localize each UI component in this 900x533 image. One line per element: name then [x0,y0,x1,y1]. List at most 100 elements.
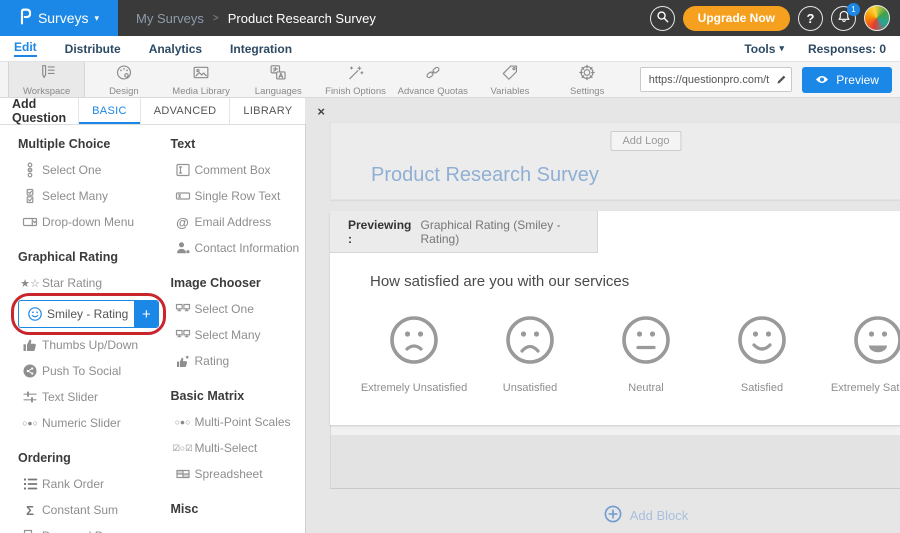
qtype-comment-box[interactable]: Comment Box [171,157,306,183]
smiley-big-smile-icon [852,314,900,371]
block-footer-dropzone [330,425,900,489]
surveys-product-menu[interactable]: Surveys ▾ [0,0,118,36]
workspace-icon [37,63,57,85]
qtype-contact-information[interactable]: Contact Information [171,235,306,261]
qtype-select-one[interactable]: Select One [18,157,153,183]
tools-menu[interactable]: Tools ▾ [744,42,784,56]
tag-icon [500,63,520,85]
qtype-dropdown-menu[interactable]: Drop-down Menu [18,209,153,235]
add-question-title: Add Question [0,98,78,124]
tab-analytics[interactable]: Analytics [135,36,216,62]
question-mark-icon: ? [807,11,815,26]
product-name: Surveys [38,10,89,26]
account-avatar[interactable] [864,5,890,31]
smiley-option-extremely-unsatisfied[interactable]: Extremely Unsatisfied [356,314,472,394]
radio-icon [18,162,42,178]
smiley-smile-icon [736,314,788,371]
qtype-smiley-rating[interactable]: Smiley - Rating + [18,296,153,332]
toolbar-settings[interactable]: Settings [549,62,626,97]
single-row-icon [171,188,195,204]
dropdown-icon [18,214,42,230]
thumb-icon [18,337,42,353]
checkbox-icon [18,188,42,204]
toolbar-advance-quotas[interactable]: Advance Quotas [394,62,471,97]
question-text[interactable]: How satisfied are you with our services [370,273,900,290]
qtype-image-rating[interactable]: Rating [171,348,306,374]
header-actions: Upgrade Now ? 1 [650,5,900,31]
smiley-option-satisfied[interactable]: Satisfied [704,314,820,394]
toolbar-languages[interactable]: Languages [240,62,317,97]
qtype-single-row-text[interactable]: Single Row Text [171,183,306,209]
edit-url-pencil-icon[interactable] [771,74,791,85]
smiley-frown-icon [504,314,556,371]
image-icon [191,63,211,85]
notifications-button[interactable]: 1 [831,6,856,31]
survey-canvas: Add Logo Product Research Survey Preview… [306,98,900,533]
previewing-label: Previewing : [348,218,417,246]
add-question-panel: Add Question BASIC ADVANCED LIBRARY × Mu… [0,98,306,533]
smiley-rating-selected-box[interactable]: Smiley - Rating + [18,300,159,328]
section-multiple-choice: Multiple Choice Select One Select Many [18,137,153,235]
qtype-multi-point-scales[interactable]: ○●○ Multi-Point Scales [171,409,306,435]
help-button[interactable]: ? [798,6,823,31]
notification-count-badge: 1 [847,3,860,16]
tab-integration[interactable]: Integration [216,36,306,62]
toolbar-finish-options[interactable]: Finish Options [317,62,394,97]
breadcrumb-my-surveys[interactable]: My Surveys [136,11,204,26]
tab-basic[interactable]: BASIC [78,98,140,124]
qtype-push-to-social[interactable]: Push To Social [18,358,153,384]
qtype-select-many[interactable]: Select Many [18,183,153,209]
chevron-down-icon: ▾ [95,13,100,24]
add-block-label: Add Block [630,508,689,523]
questionpro-logo-icon [19,8,32,28]
smiley-neutral-icon [620,314,672,371]
qtype-numeric-slider[interactable]: ○●○ Numeric Slider [18,410,153,436]
question-type-column-2: Text Comment Box Single Row Text [153,125,306,533]
tab-distribute[interactable]: Distribute [51,36,135,62]
palette-icon [114,63,134,85]
images-icon [171,301,195,317]
smiley-option-extremely-satisfied[interactable]: Extremely Satisfied [820,314,900,394]
add-logo-button[interactable]: Add Logo [610,131,681,151]
comment-box-icon [171,162,195,178]
toolbar-variables[interactable]: Variables [471,62,548,97]
qtype-star-rating[interactable]: ★☆ Star Rating [18,270,153,296]
survey-header-card: Add Logo Product Research Survey [330,122,900,200]
qtype-image-select-one[interactable]: Select One [171,296,306,322]
toolbar-design[interactable]: Design [85,62,162,97]
multi-select-icon: ☑○☑ [171,443,195,454]
at-icon: @ [171,215,195,230]
tab-advanced[interactable]: ADVANCED [140,98,230,124]
toolbar-media-library[interactable]: Media Library [162,62,239,97]
section-misc: Misc [171,502,306,516]
responses-count[interactable]: Responses: 0 [808,42,886,56]
qtype-rank-order[interactable]: Rank Order [18,471,153,497]
preview-button[interactable]: Preview [802,67,892,93]
survey-title[interactable]: Product Research Survey [371,164,599,187]
smiley-option-neutral[interactable]: Neutral [588,314,704,394]
qtype-spreadsheet[interactable]: Spreadsheet [171,461,306,487]
qtype-thumbs-up-down[interactable]: Thumbs Up/Down [18,332,153,358]
add-block-button[interactable]: Add Block [330,505,900,526]
upgrade-now-button[interactable]: Upgrade Now [683,6,790,31]
tab-edit[interactable]: Edit [0,36,51,62]
search-button[interactable] [650,6,675,31]
tab-library[interactable]: LIBRARY [229,98,305,124]
images-icon [171,327,195,343]
previewing-tab: Previewing : Graphical Rating (Smiley - … [330,211,598,253]
survey-url-input[interactable] [641,68,771,91]
section-image-chooser: Image Chooser Select One Select Many [171,276,306,374]
toolbar-workspace[interactable]: Workspace [8,62,85,97]
qtype-multi-select[interactable]: ☑○☑ Multi-Select [171,435,306,461]
person-icon [171,240,195,256]
smiley-option-unsatisfied[interactable]: Unsatisfied [472,314,588,394]
qtype-drag-and-drop[interactable]: Drag and Drop [18,523,153,533]
breadcrumb-current-survey: Product Research Survey [228,11,376,26]
sigma-icon: Σ [18,503,42,518]
qtype-text-slider[interactable]: Text Slider [18,384,153,410]
question-preview-card: Previewing : Graphical Rating (Smiley - … [330,211,900,425]
qtype-email-address[interactable]: @ Email Address [171,209,306,235]
add-smiley-question-button[interactable]: + [134,300,158,328]
qtype-constant-sum[interactable]: Σ Constant Sum [18,497,153,523]
qtype-image-select-many[interactable]: Select Many [171,322,306,348]
